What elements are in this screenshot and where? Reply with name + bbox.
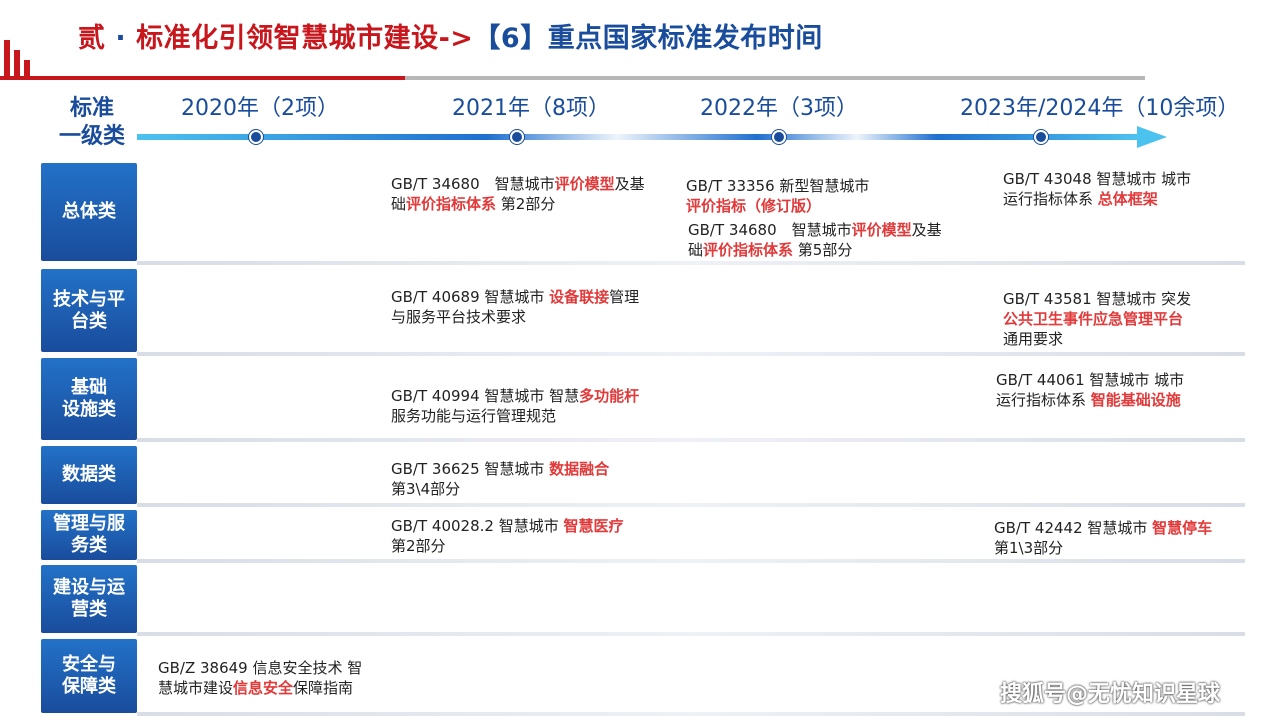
standard-gbt34680-part5: GB/T 34680 智慧城市评价模型及基 础评价指标体系 第5部分 (688, 221, 942, 259)
standard-gbt40028-2: GB/T 40028.2 智慧城市 智慧医疗 第2部分 (391, 517, 624, 555)
standard-gbt34680-part2: GB/T 34680 智慧城市评价模型及基 础评价指标体系 第2部分 (391, 175, 645, 213)
title-rule-gray (405, 76, 1145, 80)
year-2021: 2021年（8项） (452, 96, 610, 121)
year-2023-2024: 2023年/2024年（10余项） (960, 96, 1240, 121)
row-divider (137, 632, 1245, 636)
level-label: 标准 一级类 (58, 96, 125, 149)
standard-gbt44061: GB/T 44061 智慧城市 城市 运行指标体系 智能基础设施 (996, 371, 1185, 409)
logo-icon (0, 22, 40, 80)
standard-gbt40994: GB/T 40994 智慧城市 智慧多功能杆 服务功能与运行管理规范 (391, 387, 640, 425)
row-divider (137, 261, 1245, 265)
timeline-dot-2021 (510, 130, 524, 144)
category-data: 数据类 (41, 446, 137, 504)
row-divider (137, 438, 1245, 442)
standard-gbz38649: GB/Z 38649 信息安全技术 智 慧城市建设信息安全保障指南 (158, 659, 363, 697)
timeline-dot-2020 (249, 130, 263, 144)
title-rule-red (0, 76, 405, 80)
row-divider (137, 559, 1245, 563)
standard-gbt43581: GB/T 43581 智慧城市 突发 公共卫生事件应急管理平台 通用要求 (1003, 290, 1192, 348)
standard-gbt33356: GB/T 33356 新型智慧城市 评价指标（修订版） (686, 177, 870, 215)
category-management-service: 管理与服 务类 (41, 510, 137, 560)
timeline-line (137, 134, 1137, 140)
standard-gbt42442: GB/T 42442 智慧城市 智慧停车 第1\3部分 (994, 519, 1213, 557)
timeline-arrow-icon (1137, 126, 1167, 148)
category-security-assurance: 安全与 保障类 (41, 639, 137, 713)
category-tech-platform: 技术与平 台类 (41, 269, 137, 352)
category-construction-operation: 建设与运 营类 (41, 565, 137, 633)
page-title: 贰 · 标准化引领智慧城市建设->【6】重点国家标准发布时间 (78, 23, 823, 54)
row-divider (137, 712, 1245, 716)
category-overall: 总体类 (41, 163, 137, 261)
standard-gbt40689: GB/T 40689 智慧城市 设备联接管理 与服务平台技术要求 (391, 288, 640, 326)
timeline-dot-2022 (772, 130, 786, 144)
year-2022: 2022年（3项） (700, 96, 858, 121)
standard-gbt43048: GB/T 43048 智慧城市 城市 运行指标体系 总体框架 (1003, 170, 1192, 208)
row-divider (137, 352, 1245, 356)
watermark: 搜狐号@无忧知识星球 (1000, 682, 1221, 707)
standard-gbt36625: GB/T 36625 智慧城市 数据融合 第3\4部分 (391, 460, 610, 498)
year-2020: 2020年（2项） (181, 96, 339, 121)
category-infrastructure: 基础 设施类 (41, 358, 137, 440)
row-divider (137, 503, 1245, 507)
timeline-dot-2023 (1034, 130, 1048, 144)
timeline-bar (137, 126, 1167, 148)
